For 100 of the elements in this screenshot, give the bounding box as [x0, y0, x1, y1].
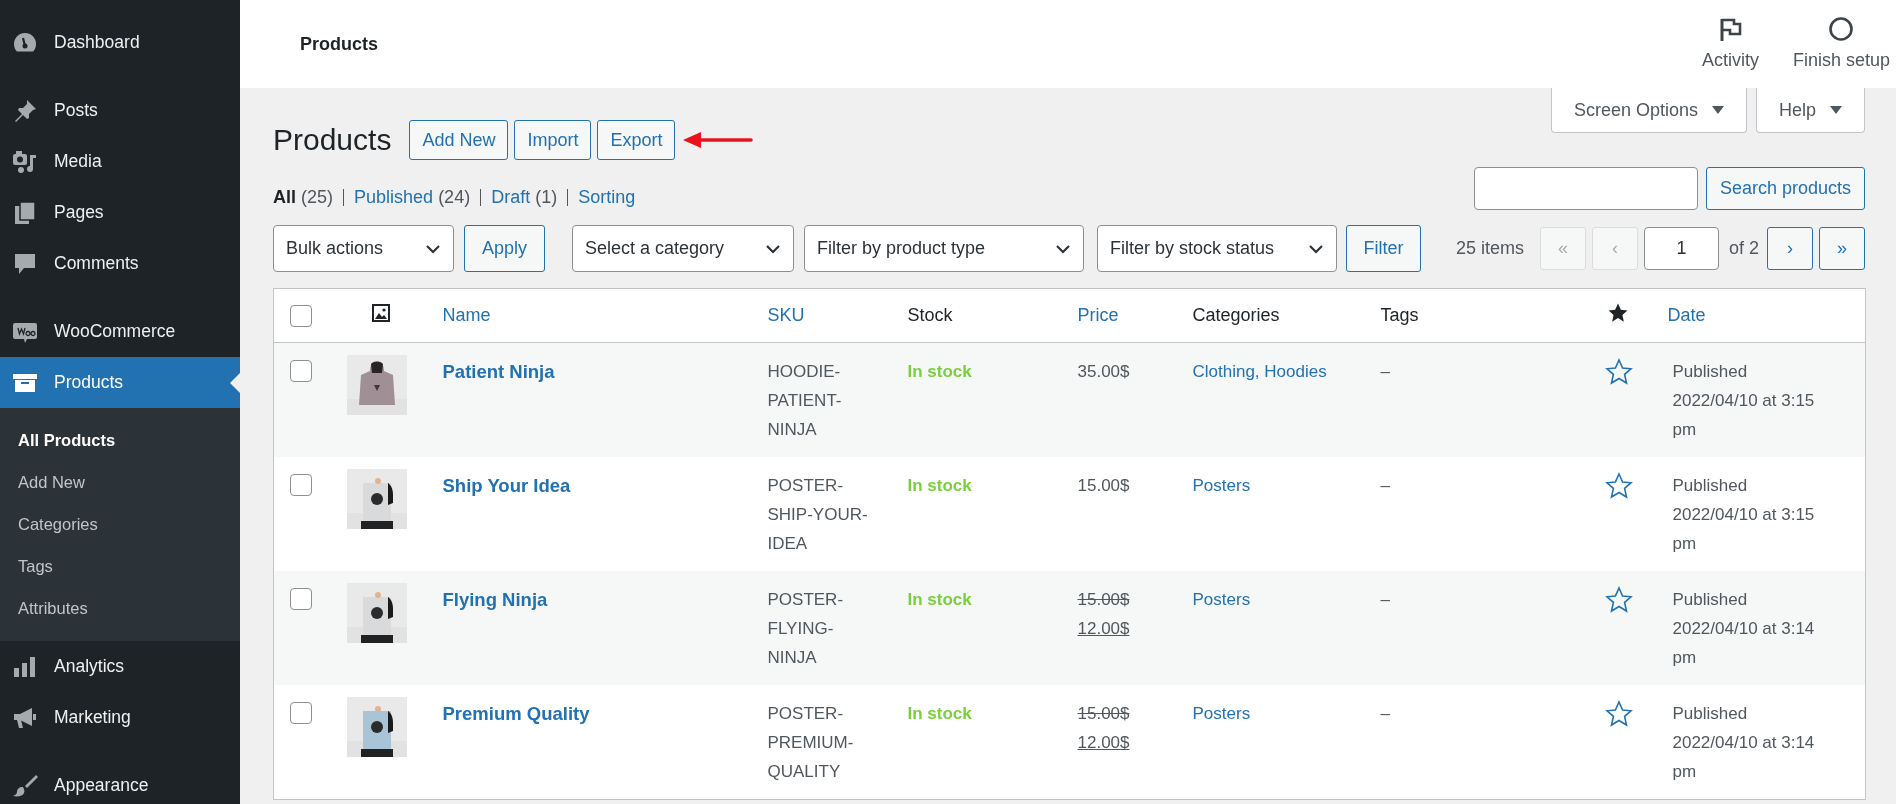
sidebar-item[interactable]: Appearance — [0, 760, 240, 804]
column-header: Categories — [1192, 305, 1280, 325]
circle-icon — [1828, 16, 1855, 42]
header-action-button[interactable]: Activity — [1701, 16, 1759, 88]
item-count: 25 items — [1455, 238, 1524, 259]
featured-star-icon[interactable] — [1605, 472, 1633, 500]
stock-status: In stock — [907, 362, 972, 381]
submenu-item[interactable]: All Products — [0, 419, 240, 461]
price-text: 15.00$ — [1077, 476, 1130, 495]
dropdown[interactable]: Filter by product type — [804, 225, 1084, 272]
sku-text: HOODIE-PATIENT-NINJA — [767, 361, 843, 441]
filter-button[interactable]: Filter — [1346, 225, 1421, 272]
row-checkbox[interactable] — [290, 588, 312, 610]
apply-button[interactable]: Apply — [464, 225, 545, 272]
category-link[interactable]: Posters — [1192, 590, 1251, 609]
dropdown[interactable]: Bulk actions — [273, 225, 454, 272]
chevron-down-icon — [765, 243, 781, 254]
column-header-link[interactable]: Date — [1667, 305, 1706, 325]
sale-price: 12.00$ — [1077, 618, 1130, 640]
date-text: 2022/04/10 at 3:15 pm — [1672, 504, 1816, 555]
row-checkbox[interactable] — [290, 474, 312, 496]
sku-text: POSTER-SHIP-YOUR-IDEA — [767, 475, 869, 555]
column-header: Tags — [1380, 305, 1419, 325]
tags-text: – — [1380, 590, 1390, 609]
tags-text: – — [1380, 362, 1390, 381]
product-name-link[interactable]: Ship Your Idea — [442, 475, 571, 496]
sale-price: 12.00$ — [1077, 732, 1130, 754]
header-action-button[interactable]: Finish setup — [1792, 16, 1890, 88]
sidebar-item[interactable]: Pages — [0, 187, 240, 238]
page-title-button[interactable]: Import — [514, 120, 592, 160]
chevron-down-icon — [425, 243, 441, 254]
caret-icon — [1711, 106, 1724, 114]
page-total: of 2 — [1728, 238, 1759, 259]
sku-text: POSTER-FLYING-NINJA — [767, 589, 845, 669]
search-field[interactable] — [1473, 167, 1698, 210]
page-title-button[interactable]: Export — [597, 120, 676, 160]
column-header-link[interactable]: SKU — [767, 305, 805, 325]
pagination-button[interactable]: › — [1767, 227, 1813, 270]
sidebar-item[interactable]: Dashboard — [0, 17, 240, 68]
view-filter-link[interactable]: Draft (1) — [491, 187, 558, 208]
chevron-down-icon — [1055, 243, 1071, 254]
row-checkbox[interactable] — [290, 702, 312, 724]
sidebar-item[interactable]: Media — [0, 136, 240, 187]
submenu-item[interactable]: Add New — [0, 461, 240, 503]
product-name-link[interactable]: Patient Ninja — [442, 361, 555, 382]
page-title-button[interactable]: Add New — [409, 120, 509, 160]
chevron-down-icon — [1308, 243, 1324, 254]
date-text: 2022/04/10 at 3:14 pm — [1672, 732, 1816, 783]
date-status: Published — [1672, 589, 1749, 611]
product-name-link[interactable]: Premium Quality — [442, 703, 590, 724]
column-header: Stock — [907, 305, 953, 325]
header-title: Products — [300, 33, 378, 55]
sku-text: POSTER-PREMIUM-QUALITY — [767, 703, 855, 783]
submenu-item[interactable]: Tags — [0, 545, 240, 587]
sidebar-item[interactable]: Comments — [0, 238, 240, 289]
column-header-link[interactable]: Name — [442, 305, 491, 325]
camera-music-icon — [12, 148, 38, 175]
sidebar-item[interactable]: Posts — [0, 85, 240, 136]
screen-meta-tab[interactable]: Help — [1755, 88, 1865, 133]
featured-star-icon[interactable] — [1605, 586, 1633, 614]
product-name-link[interactable]: Flying Ninja — [442, 589, 548, 610]
sidebar-item[interactable]: Marketing — [0, 692, 240, 743]
stock-status: In stock — [907, 590, 972, 609]
search-button[interactable]: Search products — [1705, 167, 1865, 210]
category-link[interactable]: Posters — [1192, 704, 1251, 723]
page-title: Products — [273, 123, 392, 157]
paintbrush-icon — [12, 772, 38, 799]
screen-meta-tab[interactable]: Screen Options — [1550, 88, 1747, 133]
view-filter-link[interactable]: Sorting — [578, 187, 636, 208]
pages-icon — [12, 199, 38, 226]
date-status: Published — [1672, 361, 1749, 383]
column-header-link[interactable]: Price — [1077, 305, 1119, 325]
stock-status: In stock — [907, 476, 972, 495]
sidebar-item[interactable]: WooCommerce — [0, 306, 240, 357]
stock-status: In stock — [907, 704, 972, 723]
featured-star-icon[interactable] — [1605, 358, 1633, 386]
dropdown[interactable]: Select a category — [572, 225, 794, 272]
date-status: Published — [1672, 703, 1749, 725]
sidebar-item[interactable]: Analytics — [0, 641, 240, 692]
price-text: 35.00$ — [1077, 362, 1130, 381]
view-filter-link[interactable]: Published (24) — [354, 187, 471, 208]
tags-text: – — [1380, 704, 1390, 723]
select-all-checkbox[interactable] — [290, 304, 312, 327]
category-link[interactable]: Clothing, Hoodies — [1192, 362, 1327, 381]
view-filter-link[interactable]: All (25) — [273, 187, 334, 208]
star-icon — [1607, 302, 1629, 324]
category-link[interactable]: Posters — [1192, 476, 1251, 495]
submenu-item[interactable]: Categories — [0, 503, 240, 545]
page-number-field[interactable]: 1 — [1643, 227, 1719, 270]
tags-text: – — [1380, 476, 1390, 495]
image-icon — [370, 303, 391, 323]
dropdown[interactable]: Filter by stock status — [1097, 225, 1337, 272]
date-text: 2022/04/10 at 3:14 pm — [1672, 618, 1816, 669]
pagination-button[interactable]: » — [1819, 227, 1865, 270]
submenu-item[interactable]: Attributes — [0, 587, 240, 629]
row-checkbox[interactable] — [290, 360, 312, 382]
featured-star-icon[interactable] — [1605, 700, 1633, 728]
sidebar-item[interactable]: Products — [0, 357, 240, 408]
caret-icon — [1830, 106, 1842, 114]
date-status: Published — [1672, 475, 1749, 497]
